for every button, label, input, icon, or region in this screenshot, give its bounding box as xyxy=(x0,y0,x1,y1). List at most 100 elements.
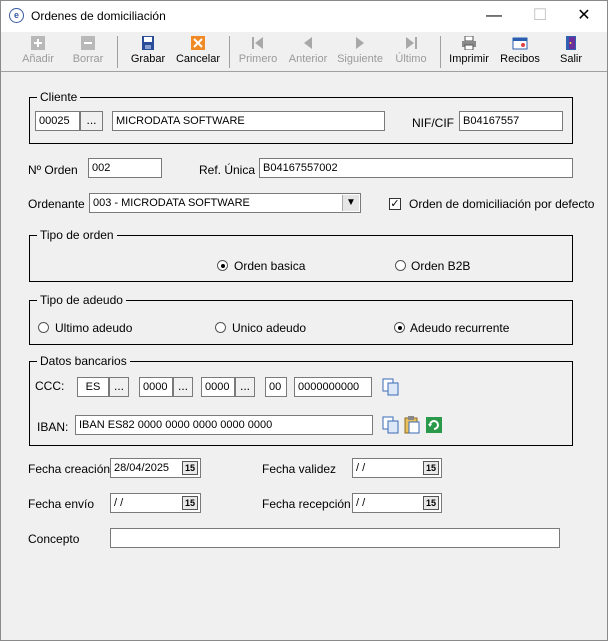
validity-date-field[interactable]: / / 15 xyxy=(352,458,442,478)
maximize-button[interactable]: ☐ xyxy=(517,1,563,32)
toolbar-separator xyxy=(440,36,441,68)
next-label: Siguiente xyxy=(337,53,383,65)
refresh-icon[interactable] xyxy=(425,416,443,434)
ordenante-select[interactable]: 003 - MICRODATA SOFTWARE ▼ xyxy=(89,193,361,213)
ccc-entity-field[interactable]: 0000 xyxy=(139,377,173,397)
office-lookup-button[interactable]: ... xyxy=(235,377,255,397)
next-record-icon xyxy=(352,36,368,50)
title-bar: e Ordenes de domiciliación — ☐ ✕ xyxy=(1,1,607,32)
main-window: e Ordenes de domiciliación — ☐ ✕ Añadir … xyxy=(0,0,608,641)
order-number-label: Nº Orden xyxy=(28,163,78,177)
client-code-field[interactable]: 00025 xyxy=(35,111,80,131)
ccc-country-field[interactable]: ES xyxy=(77,377,109,397)
exit-button[interactable]: Salir xyxy=(554,35,588,69)
reception-date-value: / / xyxy=(356,497,366,509)
delete-label: Borrar xyxy=(72,53,104,65)
default-order-label: Orden de domiciliación por defecto xyxy=(409,197,595,211)
cancel-button[interactable]: Cancelar xyxy=(175,35,221,69)
nif-field[interactable]: B04167557 xyxy=(459,111,563,131)
calendar-icon[interactable]: 15 xyxy=(423,461,439,475)
minus-icon xyxy=(80,36,96,50)
last-record-icon xyxy=(403,36,419,50)
calendar-icon[interactable]: 15 xyxy=(423,496,439,510)
previous-label: Anterior xyxy=(288,53,328,65)
concept-label: Concepto xyxy=(28,532,80,546)
paste-icon[interactable] xyxy=(403,416,421,434)
radio-unico-adeudo[interactable] xyxy=(215,322,226,333)
nif-label: NIF/CIF xyxy=(412,116,454,130)
first-label: Primero xyxy=(238,53,278,65)
ordenante-value: 003 - MICRODATA SOFTWARE xyxy=(93,197,250,209)
unico-adeudo-label: Unico adeudo xyxy=(232,321,307,335)
exit-label: Salir xyxy=(559,53,582,65)
send-date-value: / / xyxy=(114,497,124,509)
validity-date-value: / / xyxy=(356,462,366,474)
reception-date-label: Fecha recepción xyxy=(262,497,351,511)
save-button[interactable]: Grabar xyxy=(127,35,169,69)
print-button[interactable]: Imprimir xyxy=(447,35,491,69)
ccc-lookup-button[interactable]: ... xyxy=(109,377,129,397)
delete-button[interactable]: Borrar xyxy=(67,35,109,69)
toolbar-separator xyxy=(229,36,230,68)
add-button[interactable]: Añadir xyxy=(17,35,59,69)
add-label: Añadir xyxy=(22,53,54,65)
copy-iban-icon[interactable] xyxy=(382,416,400,434)
client-name-field[interactable]: MICRODATA SOFTWARE xyxy=(112,111,385,131)
ccc-office-field[interactable]: 0000 xyxy=(201,377,235,397)
cliente-group-label: Cliente xyxy=(37,90,81,104)
close-button[interactable]: ✕ xyxy=(561,1,607,32)
first-button[interactable]: Primero xyxy=(235,35,281,69)
floppy-disk-icon xyxy=(140,36,156,50)
debit-type-group-label: Tipo de adeudo xyxy=(37,293,126,307)
radio-orden-b2b[interactable] xyxy=(395,260,406,271)
radio-adeudo-recurrente[interactable] xyxy=(394,322,405,333)
ccc-label: CCC: xyxy=(35,379,65,393)
ccc-account-field[interactable]: 0000000000 xyxy=(294,377,372,397)
unique-ref-label: Ref. Única xyxy=(199,163,256,177)
ccc-dc-field[interactable]: 00 xyxy=(265,377,287,397)
chevron-down-icon[interactable]: ▼ xyxy=(342,195,359,211)
send-date-field[interactable]: / / 15 xyxy=(110,493,201,513)
window-title: Ordenes de domiciliación xyxy=(31,9,166,23)
entity-lookup-button[interactable]: ... xyxy=(173,377,193,397)
receipts-label: Recibos xyxy=(500,53,540,65)
calendar-icon[interactable]: 15 xyxy=(182,461,198,475)
next-button[interactable]: Siguiente xyxy=(335,35,385,69)
ultimo-adeudo-label: Ultimo adeudo xyxy=(55,321,133,335)
concept-field[interactable] xyxy=(110,528,560,548)
order-type-group-label: Tipo de orden xyxy=(37,228,117,242)
calendar-icon[interactable]: 15 xyxy=(182,496,198,510)
save-label: Grabar xyxy=(130,53,166,65)
radio-ultimo-adeudo[interactable] xyxy=(38,322,49,333)
minimize-button[interactable]: — xyxy=(471,1,517,32)
bank-data-group-label: Datos bancarios xyxy=(37,354,130,368)
previous-button[interactable]: Anterior xyxy=(285,35,331,69)
last-label: Último xyxy=(395,53,427,65)
iban-label: IBAN: xyxy=(37,420,69,434)
first-record-icon xyxy=(250,36,266,50)
toolbar: Añadir Borrar Grabar Cancelar Primero An… xyxy=(1,32,607,72)
send-date-label: Fecha envío xyxy=(28,497,95,511)
last-button[interactable]: Último xyxy=(389,35,433,69)
receipts-button[interactable]: Recibos xyxy=(498,35,542,69)
orden-b2b-label: Orden B2B xyxy=(411,259,471,273)
creation-date-label: Fecha creación xyxy=(28,462,111,476)
default-order-checkbox[interactable]: ✓ xyxy=(389,198,401,210)
iban-field[interactable]: IBAN ES82 0000 0000 0000 0000 0000 xyxy=(75,415,373,435)
validity-date-label: Fecha validez xyxy=(262,462,337,476)
plus-icon xyxy=(30,36,46,50)
orden-basica-label: Orden basica xyxy=(234,259,306,273)
toolbar-separator xyxy=(117,36,118,68)
radio-orden-basica[interactable] xyxy=(217,260,228,271)
copy-icon[interactable] xyxy=(382,378,400,396)
creation-date-value: 28/04/2025 xyxy=(114,462,170,474)
previous-record-icon xyxy=(300,36,316,50)
exit-door-icon xyxy=(563,36,579,50)
printer-icon xyxy=(461,35,477,51)
order-number-field[interactable]: 002 xyxy=(88,158,162,178)
receipts-icon xyxy=(512,36,528,50)
unique-ref-field[interactable]: B04167557002 xyxy=(259,158,573,178)
reception-date-field[interactable]: / / 15 xyxy=(352,493,442,513)
creation-date-field[interactable]: 28/04/2025 15 xyxy=(110,458,201,478)
client-lookup-button[interactable]: ... xyxy=(80,111,103,131)
